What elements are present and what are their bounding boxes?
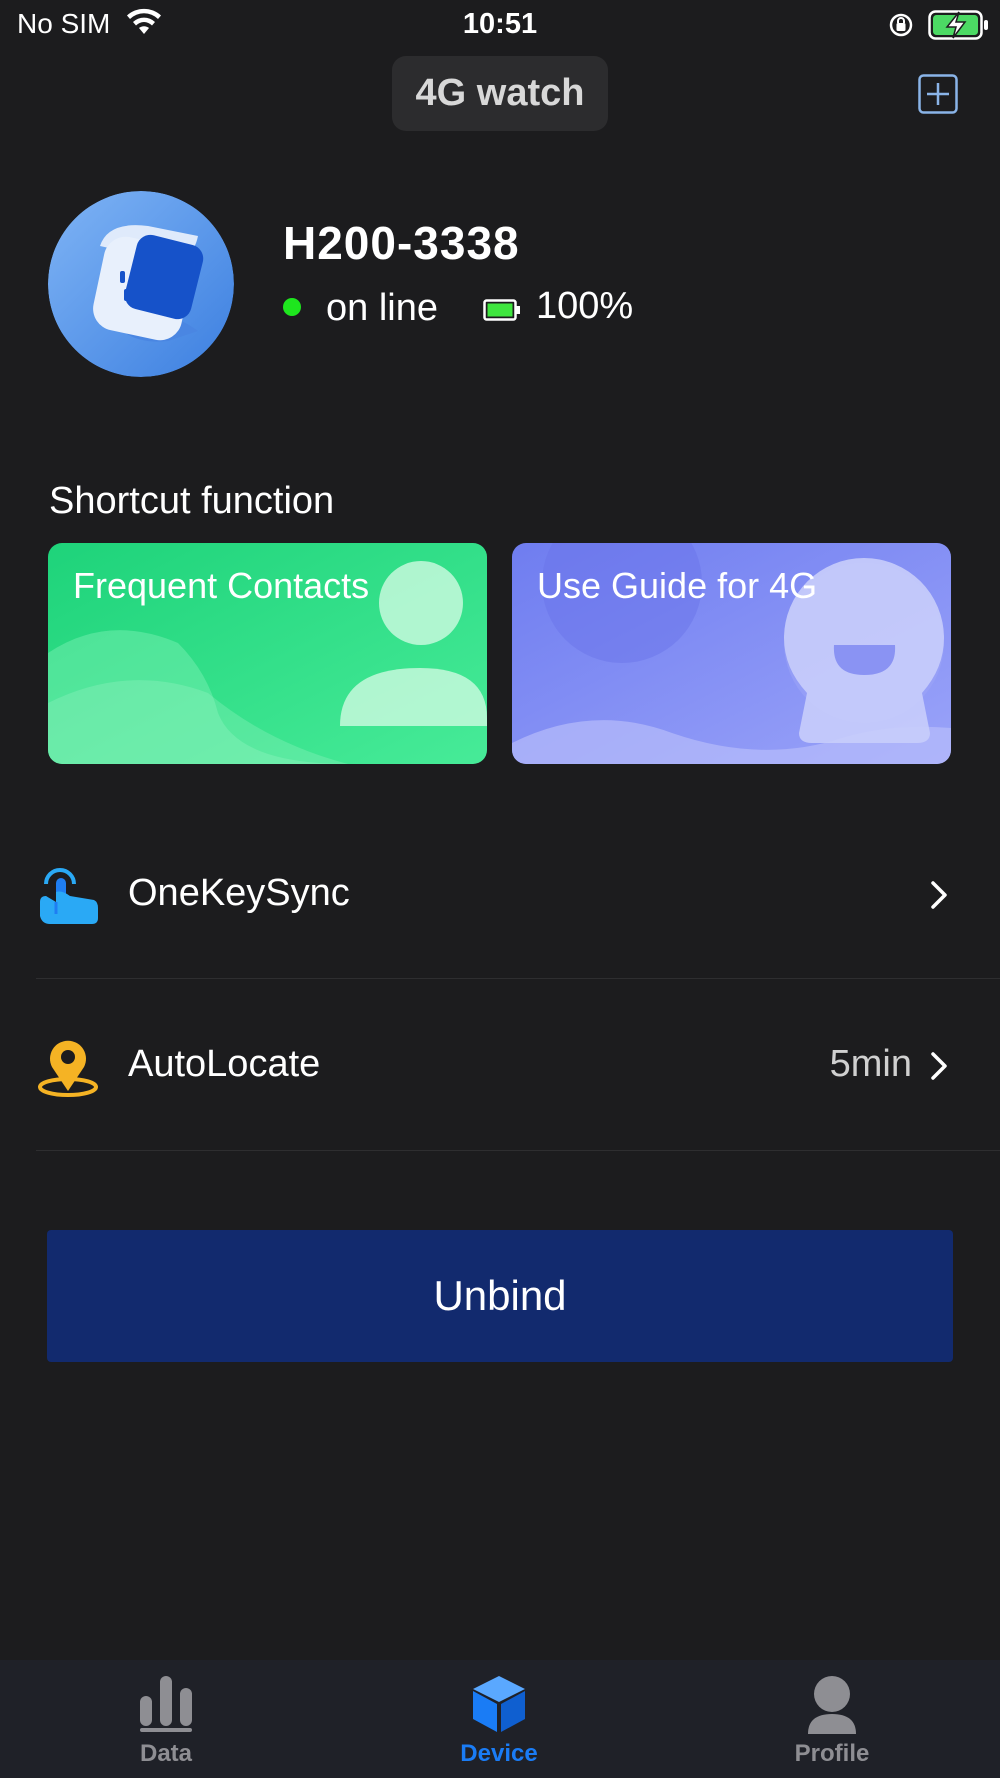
tab-profile-label: Profile bbox=[794, 1740, 870, 1767]
smartwatch-icon bbox=[48, 191, 234, 377]
autolocate-row[interactable]: AutoLocate 5min bbox=[36, 981, 1000, 1151]
chevron-right-icon bbox=[930, 1051, 948, 1086]
clock: 10:51 bbox=[462, 8, 538, 40]
status-bar: No SIM 10:51 bbox=[0, 0, 1000, 50]
frequent-contacts-card[interactable]: Frequent Contacts bbox=[48, 543, 487, 764]
chevron-right-icon bbox=[930, 880, 948, 915]
autolocate-interval: 5min bbox=[829, 1043, 912, 1085]
onekeysync-row[interactable]: OneKeySync bbox=[36, 810, 1000, 980]
use-guide-label: Use Guide for 4G bbox=[537, 565, 818, 606]
page-title[interactable]: 4G watch bbox=[392, 56, 608, 131]
tab-bar: Data Device Profile bbox=[0, 1660, 1000, 1778]
onekeysync-label: OneKeySync bbox=[128, 872, 350, 914]
battery-charging-icon bbox=[928, 10, 990, 45]
shortcut-section-title: Shortcut function bbox=[49, 480, 335, 522]
use-guide-card[interactable]: Use Guide for 4G bbox=[512, 543, 951, 764]
online-status-dot bbox=[283, 298, 301, 316]
device-name: H200-3338 bbox=[283, 217, 520, 269]
online-status-label: on line bbox=[326, 287, 438, 329]
battery-icon bbox=[483, 299, 521, 326]
bar-chart-icon bbox=[66, 1674, 266, 1739]
cube-icon bbox=[399, 1674, 599, 1739]
frequent-contacts-label: Frequent Contacts bbox=[73, 565, 370, 606]
tab-profile[interactable]: Profile bbox=[732, 1660, 932, 1778]
add-device-button[interactable] bbox=[918, 74, 958, 114]
tap-sync-icon bbox=[36, 862, 100, 931]
tab-device[interactable]: Device bbox=[399, 1660, 599, 1778]
tab-data[interactable]: Data bbox=[66, 1660, 266, 1778]
location-pin-icon bbox=[36, 1033, 100, 1102]
device-avatar[interactable] bbox=[48, 191, 234, 377]
plus-square-icon bbox=[918, 74, 958, 114]
battery-percentage: 100% bbox=[536, 285, 634, 327]
autolocate-label: AutoLocate bbox=[128, 1043, 321, 1085]
user-icon bbox=[732, 1674, 932, 1739]
tab-device-label: Device bbox=[460, 1740, 538, 1767]
list-divider bbox=[36, 1150, 1000, 1151]
unbind-button[interactable]: Unbind bbox=[47, 1230, 953, 1362]
orientation-lock-icon bbox=[888, 12, 914, 43]
list-divider bbox=[36, 978, 1000, 979]
tab-data-label: Data bbox=[139, 1740, 193, 1767]
